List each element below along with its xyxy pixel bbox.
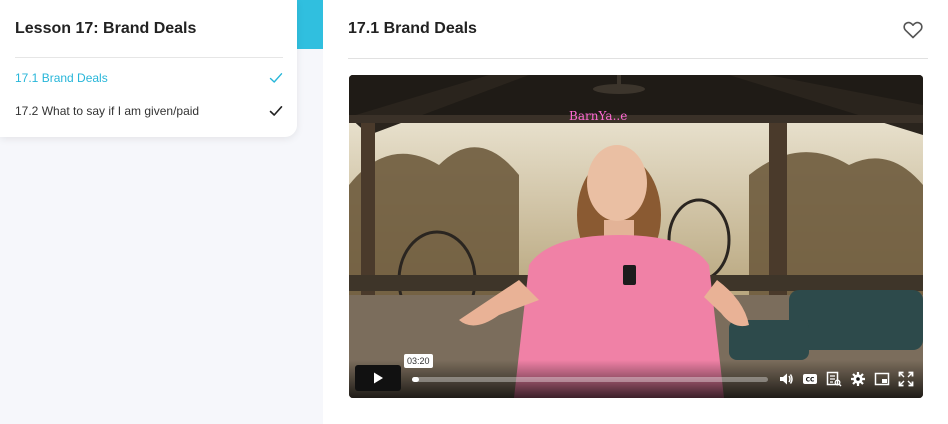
lesson-item-17-2[interactable]: 17.2 What to say if I am given/paid	[15, 99, 283, 123]
neon-sign: BarnYa..e	[569, 109, 627, 123]
video-frame: BarnYa..e	[349, 75, 923, 398]
progress-played	[412, 377, 420, 382]
control-icons: CC	[777, 371, 915, 387]
lesson-content-panel: 17.1 Brand Deals BarnYa..e 03:20 CC	[323, 0, 948, 424]
fullscreen-icon	[898, 371, 914, 387]
page-title: 17.1 Brand Deals	[348, 20, 477, 37]
progress-bar[interactable]	[412, 377, 768, 382]
lesson-item-label: 17.2 What to say if I am given/paid	[15, 104, 200, 118]
timestamp-tooltip: 03:20	[404, 354, 433, 368]
lesson-title: Lesson 17: Brand Deals	[15, 20, 197, 37]
fullscreen-button[interactable]	[897, 371, 915, 387]
lesson-item-17-1[interactable]: 17.1 Brand Deals	[15, 66, 283, 90]
lesson-card: Lesson 17: Brand Deals 17.1 Brand Deals …	[0, 0, 297, 137]
captions-button[interactable]: CC	[801, 371, 819, 387]
settings-button[interactable]	[849, 371, 867, 387]
accent-strip	[296, 0, 324, 49]
picture-in-picture-icon	[874, 372, 890, 386]
check-icon	[269, 106, 283, 116]
divider	[348, 58, 928, 59]
divider	[15, 57, 283, 58]
video-player[interactable]: BarnYa..e 03:20 CC	[349, 75, 923, 398]
volume-button[interactable]	[777, 371, 795, 387]
svg-text:CC: CC	[806, 377, 815, 384]
pip-button[interactable]	[873, 371, 891, 387]
play-button[interactable]	[355, 365, 401, 391]
settings-icon	[851, 372, 865, 386]
video-controls: 03:20 CC	[349, 354, 923, 398]
lesson-item-label: 17.1 Brand Deals	[15, 71, 108, 85]
cc-icon: CC	[803, 374, 817, 384]
check-icon	[269, 73, 283, 83]
transcript-icon	[826, 371, 842, 387]
transcript-button[interactable]	[825, 371, 843, 387]
play-icon	[374, 372, 383, 384]
heart-outline-icon[interactable]	[903, 21, 923, 39]
volume-icon	[780, 373, 793, 385]
